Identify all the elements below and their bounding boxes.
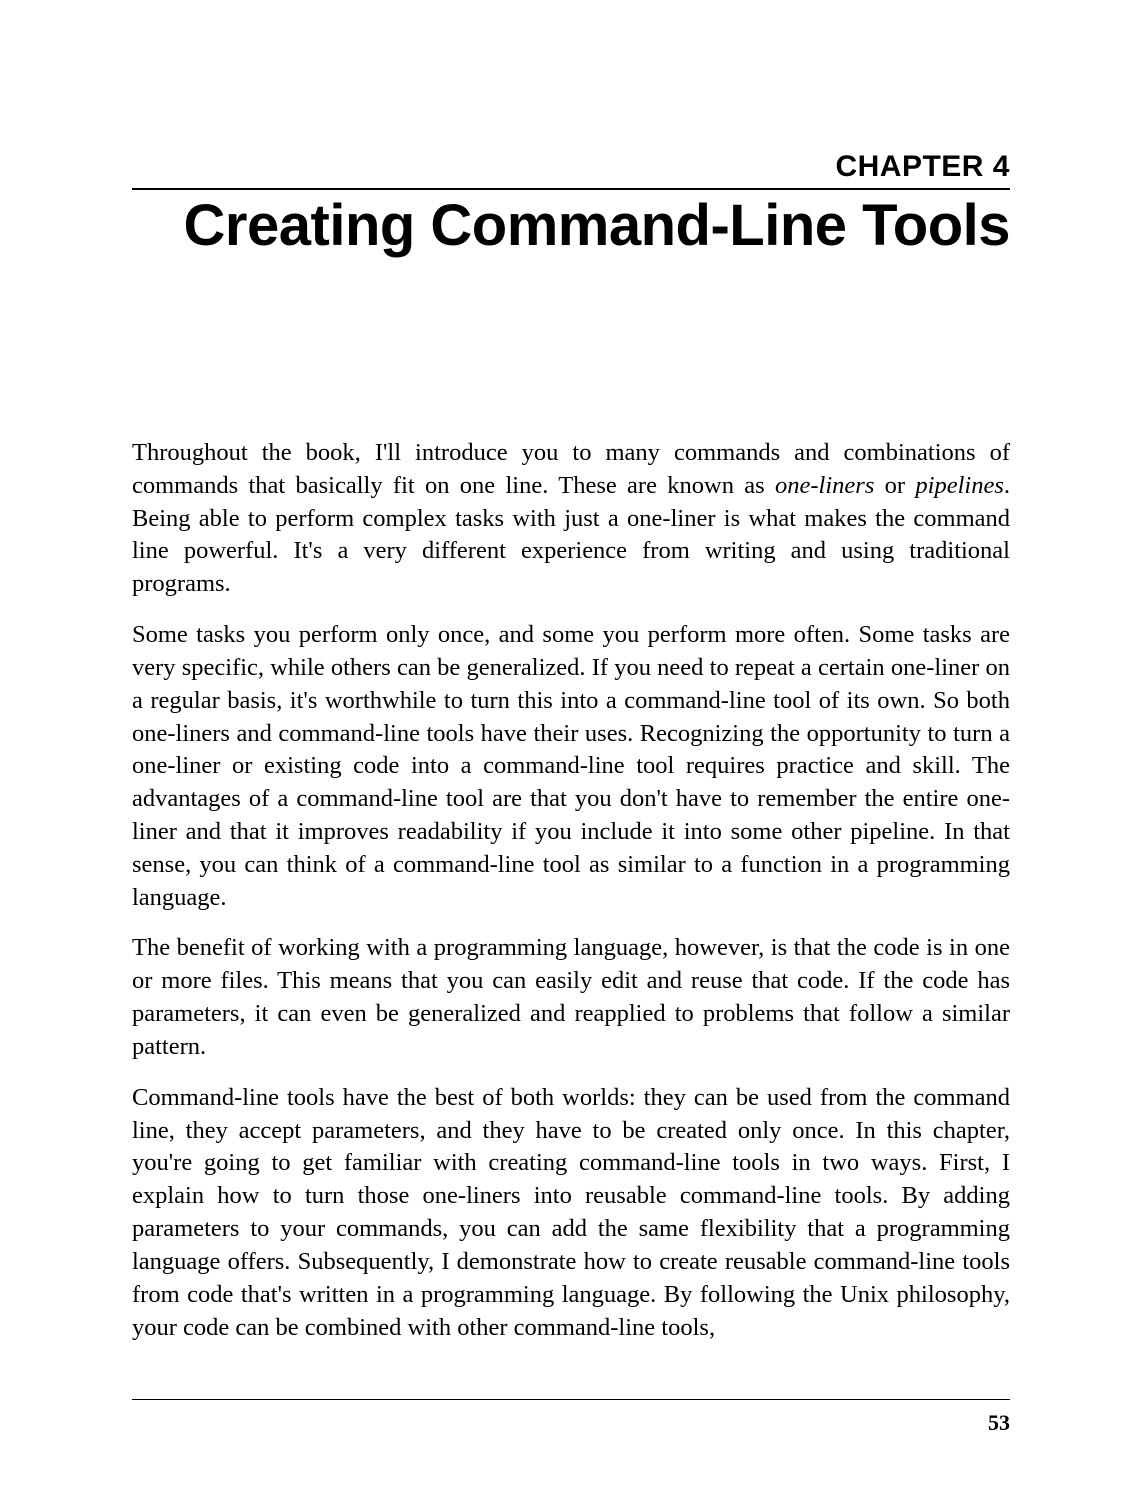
emphasis: pipelines (915, 472, 1003, 499)
emphasis: one-liners (775, 472, 874, 499)
page-number: 53 (132, 1410, 1010, 1436)
footer-rule (132, 1399, 1010, 1400)
book-page: CHAPTER 4 Creating Command-Line Tools Th… (0, 0, 1142, 1500)
paragraph: The benefit of working with a programmin… (132, 932, 1010, 1063)
chapter-title: Creating Command-Line Tools (132, 196, 1010, 257)
paragraph: Some tasks you perform only once, and so… (132, 619, 1010, 914)
body-text: Throughout the book, I'll introduce you … (132, 437, 1010, 1345)
paragraph: Command-line tools have the best of both… (132, 1082, 1010, 1345)
paragraph: Throughout the book, I'll introduce you … (132, 437, 1010, 601)
title-rule (132, 188, 1010, 190)
chapter-label: CHAPTER 4 (132, 150, 1010, 188)
page-footer: 53 (132, 1399, 1010, 1436)
text-run: or (874, 472, 915, 499)
